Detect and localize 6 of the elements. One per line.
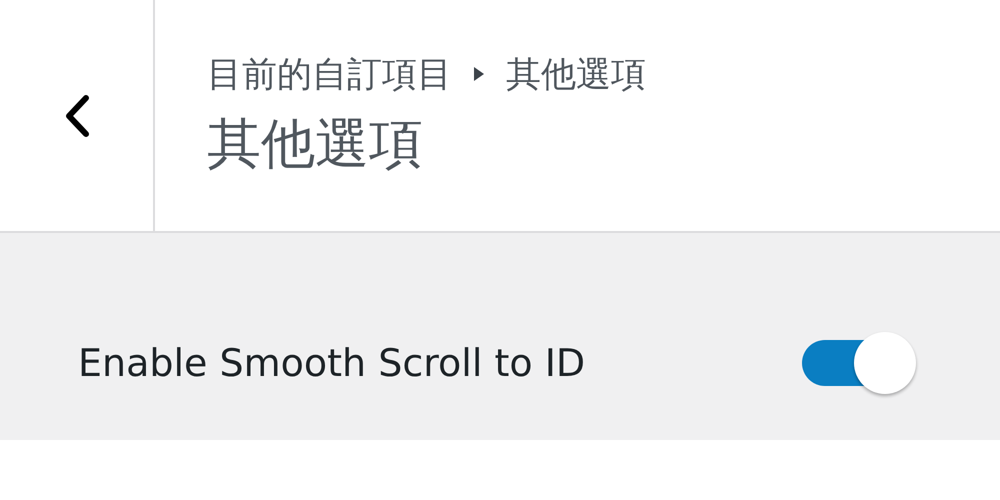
caret-right-icon — [474, 67, 484, 81]
setting-label: Enable Smooth Scroll to ID — [78, 340, 586, 384]
panel-title: 其他選項 — [207, 110, 424, 176]
chevron-left-icon — [64, 94, 90, 138]
breadcrumb-item: 目前的自訂項目 — [207, 54, 452, 96]
breadcrumb-item: 其他選項 — [506, 54, 646, 96]
